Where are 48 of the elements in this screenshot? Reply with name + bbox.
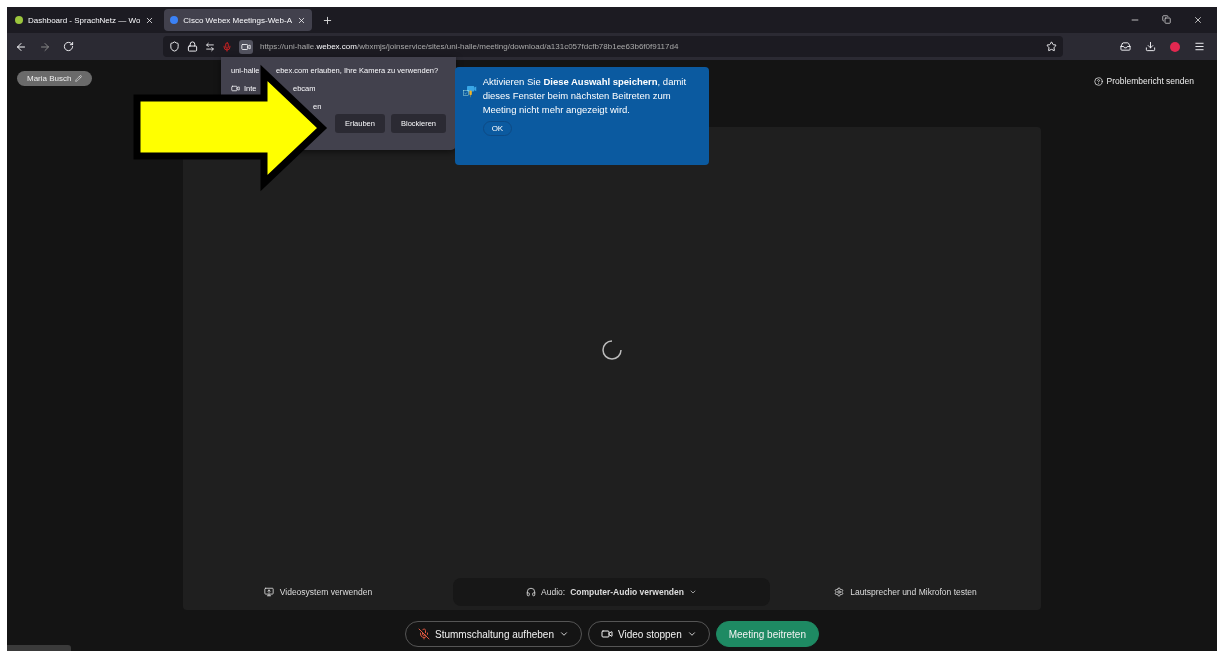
new-tab-icon[interactable]	[322, 14, 333, 26]
reload-icon[interactable]	[63, 41, 74, 52]
muted-mic-icon	[418, 628, 430, 640]
webex-logo-icon	[170, 16, 179, 24]
chevron-down-icon	[558, 629, 569, 639]
gear-icon	[834, 586, 845, 597]
browser-tab[interactable]: Dashboard - SprachNetz — Wo	[9, 9, 161, 31]
chevron-down-icon	[686, 629, 697, 639]
report-link[interactable]: Problembericht senden	[1106, 76, 1194, 86]
download-icon[interactable]	[1145, 41, 1156, 52]
camera-icon	[241, 41, 251, 52]
close-icon[interactable]	[1193, 15, 1203, 25]
site-favicon-icon	[15, 16, 23, 24]
lock-icon[interactable]	[187, 41, 198, 52]
loading-spinner-icon	[601, 339, 623, 361]
tip-text: Aktivieren Sie Diese Auswahl speichern, damit dieses Fenster beim nächsten Beitreten zum Meeting nicht mehr angezeigt wird.	[482, 75, 688, 117]
video-button[interactable]: Video stoppen	[587, 621, 710, 647]
video-camera-icon	[600, 628, 613, 640]
browser-tab[interactable]: Cisco Webex Meetings-Web-A	[164, 9, 312, 31]
url-text: https://uni-halle.webex.com/wbxmjs/joinservice/sites/uni-halle/meeting/download/a131c057fdcfb78b1ee63b6f0f9117d4	[260, 42, 679, 51]
mic-icon[interactable]	[222, 41, 232, 52]
bookmark-star-icon[interactable]	[1046, 41, 1057, 52]
speaker-test-option[interactable]: Lautsprecher und Mikrofon testen	[770, 586, 1041, 597]
status-tooltip	[7, 645, 71, 651]
audio-value: Computer-Audio verwenden	[570, 586, 684, 597]
monitor-icon	[263, 586, 274, 597]
camera-icon	[231, 84, 240, 93]
shield-icon[interactable]	[169, 41, 180, 52]
back-icon[interactable]	[15, 40, 27, 53]
unmute-button[interactable]: Stummschaltung aufheben	[405, 621, 582, 647]
restore-icon[interactable]	[1162, 15, 1171, 24]
audio-selector[interactable]: Audio: Computer-Audio verwenden	[453, 577, 770, 606]
permissions-icon[interactable]	[205, 41, 215, 52]
extension-icon[interactable]	[1170, 41, 1180, 52]
join-button[interactable]: Meeting beitreten	[715, 621, 819, 647]
address-field[interactable]: https://uni-halle.webex.com/wbxmjs/joinservice/sites/uni-halle/meeting/download/a131c057fdcfb78b1ee63b6f0f9117d4	[163, 36, 1063, 57]
pencil-icon	[75, 75, 83, 82]
video-system-option[interactable]: Videosystem verwenden	[183, 586, 453, 597]
help-icon	[1093, 76, 1103, 86]
user-name-chip[interactable]: Maria Busch	[17, 71, 93, 86]
close-icon[interactable]	[297, 15, 306, 25]
audio-label: Audio:	[541, 586, 566, 597]
headset-icon	[526, 586, 537, 597]
menu-icon[interactable]	[1194, 41, 1205, 52]
option-label: Videosystem verwenden	[279, 586, 373, 597]
option-label: Lautsprecher und Mikrofon testen	[850, 586, 977, 597]
close-icon[interactable]	[145, 15, 155, 25]
camera-button[interactable]	[239, 39, 253, 54]
